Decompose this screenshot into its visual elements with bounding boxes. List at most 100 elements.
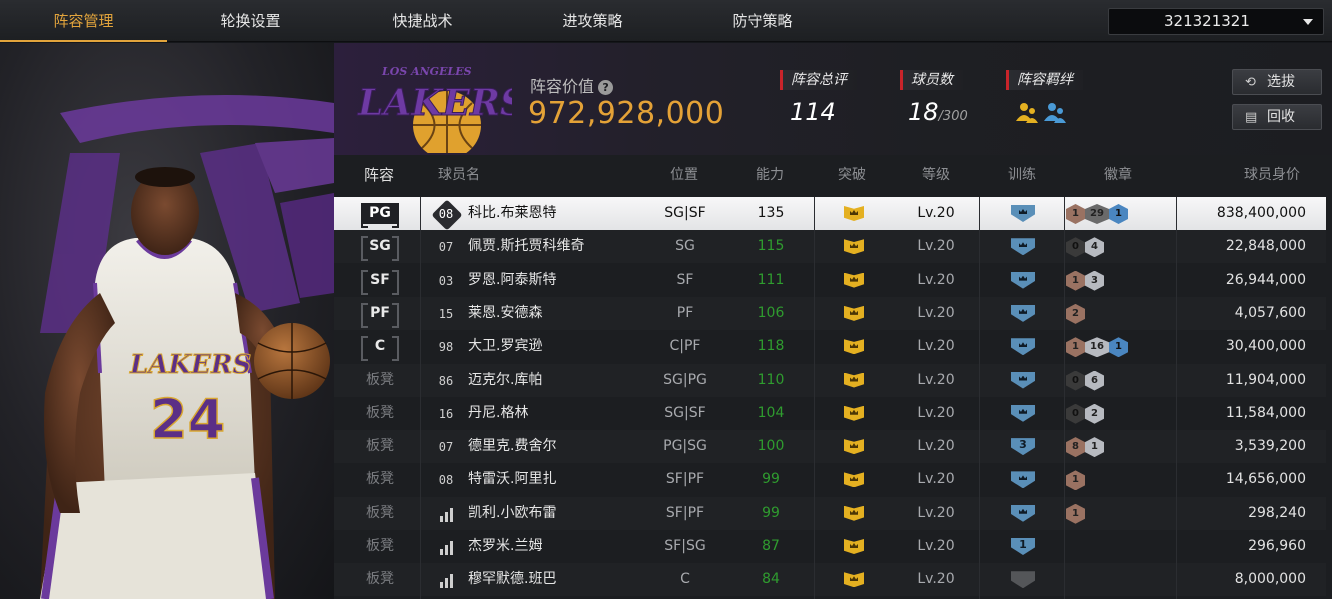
tab-offense-strategy[interactable]: 进攻策略: [509, 0, 676, 42]
breakthrough-crown-icon[interactable]: [840, 472, 868, 488]
player-position: SF: [676, 271, 694, 288]
training-shield-icon[interactable]: [1010, 338, 1036, 356]
training-shield-icon[interactable]: [1010, 371, 1036, 390]
col-training[interactable]: 训练: [1008, 155, 1036, 196]
player-name[interactable]: 特雷沃.阿里扎: [468, 463, 556, 496]
player-name[interactable]: 佩贾.斯托贾科维奇: [468, 230, 584, 263]
table-row[interactable]: SF 03 罗恩.阿泰斯特 SF 111 Lv.20 1 3 26,944,000: [334, 264, 1326, 297]
lineup-slot-tag[interactable]: C: [361, 336, 399, 362]
breakthrough-crown-icon[interactable]: [840, 305, 868, 322]
tab-defense-strategy[interactable]: 防守策略: [679, 0, 846, 42]
training-shield-icon[interactable]: [1010, 205, 1036, 223]
tab-rotation-settings[interactable]: 轮换设置: [167, 0, 334, 42]
lineup-slot-tag[interactable]: PF: [361, 302, 399, 328]
breakthrough-crown-icon[interactable]: [840, 272, 868, 289]
player-name[interactable]: 凯利.小欧布雷: [468, 497, 556, 530]
table-row[interactable]: C 98 大卫.罗宾逊 C|PF 118 Lv.20 1 16 1 30,400,000: [334, 330, 1326, 363]
badge-group[interactable]: 04: [1066, 237, 1104, 258]
col-name[interactable]: 球员名: [438, 155, 480, 196]
lineup-slot-tag[interactable]: SF: [361, 269, 399, 295]
player-name[interactable]: 杰罗米.兰姆: [468, 530, 542, 563]
player-count-label: 球员数: [900, 70, 963, 90]
table-row[interactable]: 板凳 杰罗米.兰姆 SF|SG 87 Lv.20 1 296,960: [334, 530, 1326, 563]
breakthrough-crown-icon[interactable]: [840, 239, 868, 255]
col-badges[interactable]: 徽章: [1104, 155, 1132, 196]
breakthrough-crown-icon[interactable]: [840, 372, 868, 389]
table-row[interactable]: 板凳 08 特雷沃.阿里扎 SF|PF 99 Lv.20 1 14,656,000: [334, 463, 1326, 496]
player-position: C|PF: [669, 338, 701, 355]
breakthrough-crown-icon[interactable]: [840, 505, 868, 522]
refresh-icon: ⟲: [1245, 75, 1256, 90]
col-position[interactable]: 位置: [670, 155, 698, 196]
col-level[interactable]: 等级: [922, 155, 950, 196]
table-row[interactable]: PF 15 莱恩.安德森 PF 106 Lv.20 2 4,057,600: [334, 297, 1326, 330]
badge-group[interactable]: 81: [1066, 437, 1104, 458]
col-lineup[interactable]: 阵容: [364, 155, 394, 196]
player-level: Lv.20: [917, 571, 955, 588]
select-button[interactable]: ⟲ 选拔: [1232, 69, 1322, 95]
recycle-button[interactable]: ▤ 回收: [1232, 104, 1322, 130]
player-level: Lv.20: [917, 404, 955, 421]
breakthrough-crown-icon[interactable]: [840, 539, 868, 555]
player-ability: 106: [757, 304, 785, 321]
badge-group[interactable]: 1 16 1: [1066, 337, 1128, 358]
jersey-number: 15: [438, 306, 454, 321]
breakthrough-crown-icon[interactable]: [840, 339, 868, 355]
training-shield-icon[interactable]: [1010, 304, 1036, 323]
lineup-slot-tag[interactable]: SG: [361, 236, 399, 262]
breakthrough-crown-icon[interactable]: [840, 439, 868, 455]
table-row[interactable]: 板凳 86 迈克尔.库帕 SG|PG 110 Lv.20 0 6 11,904,000: [334, 364, 1326, 397]
player-value: 11,904,000: [1225, 371, 1306, 388]
jersey-number: 08: [438, 207, 454, 221]
badge-group[interactable]: 02: [1066, 403, 1104, 424]
team-select-dropdown[interactable]: 321321321: [1108, 8, 1324, 35]
badge-icon: 1: [1109, 337, 1128, 358]
training-shield-icon[interactable]: [1010, 238, 1036, 256]
table-row[interactable]: SG 07 佩贾.斯托贾科维奇 SG 115 Lv.20 0 4 22,848,000: [334, 230, 1326, 263]
table-row[interactable]: 板凳 16 丹尼.格林 SG|SF 104 Lv.20 0 2 11,584,000: [334, 397, 1326, 430]
roster-table: 阵容 球员名 位置 能力 突破 等级 训练 徽章 球员身价 PG 08 科比.布莱恩…: [334, 155, 1332, 599]
help-icon[interactable]: ?: [598, 80, 614, 95]
training-shield-icon[interactable]: 1: [1010, 538, 1036, 556]
player-name[interactable]: 丹尼.格林: [468, 397, 528, 430]
player-name[interactable]: 穆罕默德.班巴: [468, 563, 556, 596]
lineup-slot-tag[interactable]: PG: [361, 203, 399, 228]
player-name[interactable]: 德里克.费舍尔: [468, 430, 556, 463]
col-ability[interactable]: 能力: [756, 155, 784, 196]
player-ability: 99: [762, 471, 780, 488]
badge-group[interactable]: 1: [1066, 503, 1085, 524]
player-name[interactable]: 罗恩.阿泰斯特: [468, 264, 556, 297]
badge-group[interactable]: 1: [1066, 470, 1085, 491]
bench-label: 板凳: [366, 571, 394, 588]
badge-group[interactable]: 1 29 1: [1066, 204, 1128, 224]
tab-quick-tactics[interactable]: 快捷战术: [339, 0, 506, 42]
training-shield-icon[interactable]: [1010, 271, 1036, 290]
col-breakthrough[interactable]: 突破: [838, 155, 866, 196]
player-name[interactable]: 大卫.罗宾逊: [468, 330, 542, 363]
jersey-number: 08: [438, 473, 454, 488]
training-shield-icon[interactable]: [1010, 504, 1036, 523]
player-name[interactable]: 莱恩.安德森: [468, 297, 542, 330]
training-shield-icon[interactable]: 3: [1010, 438, 1036, 456]
breakthrough-crown-icon[interactable]: [840, 405, 868, 422]
table-row[interactable]: 板凳 07 德里克.费舍尔 PG|SG 100 Lv.20 3 8 1 3,539,200: [334, 430, 1326, 463]
badge-group[interactable]: 06: [1066, 370, 1104, 391]
badge-icon: 2: [1085, 403, 1104, 424]
breakthrough-crown-icon[interactable]: [840, 206, 868, 222]
badge-group[interactable]: 13: [1066, 270, 1104, 291]
player-name[interactable]: 迈克尔.库帕: [468, 364, 542, 397]
tab-lineup-management[interactable]: 阵容管理: [0, 0, 167, 42]
breakthrough-crown-icon[interactable]: [840, 572, 868, 588]
training-shield-icon[interactable]: [1010, 471, 1036, 489]
training-shield-icon[interactable]: [1010, 404, 1036, 423]
table-row[interactable]: PG 08 科比.布莱恩特 SG|SF 135 Lv.20 1 29 1 838,400,000: [334, 197, 1326, 230]
training-shield-icon[interactable]: [1010, 571, 1036, 589]
player-ability: 87: [762, 538, 780, 554]
table-row[interactable]: 板凳 凯利.小欧布雷 SF|PF 99 Lv.20 1 298,240: [334, 497, 1326, 530]
synergy-icons[interactable]: [1014, 101, 1072, 130]
player-name[interactable]: 科比.布莱恩特: [468, 197, 556, 230]
table-row[interactable]: 板凳 穆罕默德.班巴 C 84 Lv.20 8,000,000: [334, 563, 1326, 596]
badge-group[interactable]: 2: [1066, 303, 1085, 324]
player-ability: 84: [762, 571, 780, 588]
col-value[interactable]: 球员身价: [1244, 155, 1300, 196]
